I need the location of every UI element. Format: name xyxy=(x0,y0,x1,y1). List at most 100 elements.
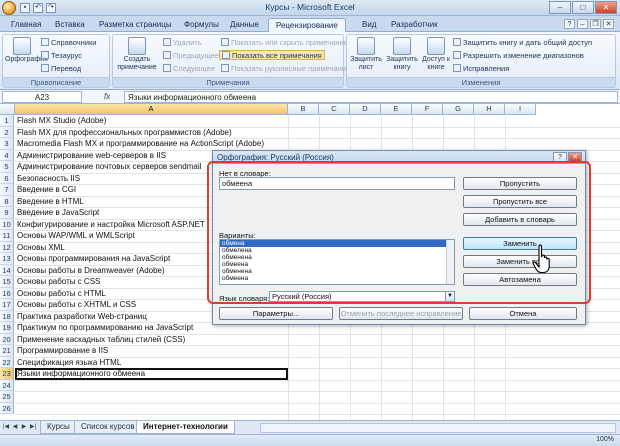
column-header[interactable]: I xyxy=(505,104,536,115)
help-icon[interactable]: ? xyxy=(564,19,575,29)
options-button[interactable]: Параметры... xyxy=(219,307,333,320)
cell-a[interactable]: Программирование в IIS xyxy=(15,345,108,357)
allow-edit-ranges-button[interactable]: Разрешить изменение диапазонов xyxy=(453,51,584,61)
suggestion-item[interactable]: обмелена xyxy=(220,247,454,254)
prev-sheet-icon[interactable]: ◀ xyxy=(11,423,19,432)
row-header[interactable]: 4 xyxy=(0,149,14,161)
autocorrect-button[interactable]: Автозамена xyxy=(463,273,577,286)
column-header[interactable]: H xyxy=(474,104,505,115)
cell-a[interactable]: Спецификация языка HTML xyxy=(15,357,121,369)
tab-view[interactable]: Вид xyxy=(355,18,383,32)
cell-a[interactable]: Основы работы с CSS xyxy=(15,276,100,288)
select-all-corner[interactable] xyxy=(0,104,15,115)
cell-a[interactable]: Macromedia Flash MX и программирование н… xyxy=(15,138,264,150)
row-header[interactable]: 24 xyxy=(0,379,14,391)
cell-a[interactable]: Введение в CGI xyxy=(15,184,76,196)
suggestions-scrollbar[interactable] xyxy=(446,240,454,284)
cell-a[interactable]: Введение в HTML xyxy=(15,196,84,208)
row-header[interactable]: 9 xyxy=(0,207,14,219)
show-ink-button[interactable]: Показать рукописные примечания xyxy=(221,64,350,74)
row-header[interactable]: 19 xyxy=(0,322,14,334)
tab-page-layout[interactable]: Разметка страницы xyxy=(92,18,179,32)
cancel-button[interactable]: Отмена xyxy=(469,307,577,320)
row-header[interactable]: 10 xyxy=(0,218,14,230)
show-hide-comment-button[interactable]: Показать или скрыть примечание xyxy=(221,38,348,48)
protect-and-share-button[interactable]: Защитить книгу и дать общий доступ xyxy=(453,38,592,48)
column-header[interactable]: A xyxy=(15,104,288,115)
cell-a[interactable]: Flash MX Studio (Adobe) xyxy=(15,115,106,127)
delete-comment-button[interactable]: Удалить xyxy=(163,38,202,48)
research-button[interactable]: Справочники xyxy=(41,38,96,48)
add-to-dictionary-button[interactable]: Добавить в словарь xyxy=(463,213,577,226)
sheet-tab-internet[interactable]: Интернет-технологии xyxy=(136,421,235,434)
horizontal-scrollbar[interactable] xyxy=(260,423,616,433)
column-header[interactable]: B xyxy=(288,104,319,115)
fx-icon[interactable]: fx xyxy=(104,91,124,103)
row-header[interactable]: 1 xyxy=(0,115,14,127)
track-changes-button[interactable]: Исправления xyxy=(453,64,509,74)
row-header[interactable]: 26 xyxy=(0,402,14,414)
cell-a[interactable]: Администрирование почтовых серверов send… xyxy=(15,161,201,173)
doc-restore-button[interactable]: ❐ xyxy=(590,19,601,29)
next-comment-button[interactable]: Следующее xyxy=(163,64,215,74)
thesaurus-button[interactable]: Тезаурус xyxy=(41,51,82,61)
row-header[interactable]: 16 xyxy=(0,287,14,299)
column-header[interactable]: E xyxy=(381,104,412,115)
sheet-tab-courses[interactable]: Курсы xyxy=(40,421,77,434)
cell-a[interactable]: Практика разработки Web-страниц xyxy=(15,311,147,323)
suggestion-item[interactable]: обмена xyxy=(220,240,454,247)
row-header[interactable]: 11 xyxy=(0,230,14,242)
column-header[interactable]: D xyxy=(350,104,381,115)
dict-lang-select[interactable]: Русский (Россия) ▼ xyxy=(269,291,455,302)
last-sheet-icon[interactable]: ▶| xyxy=(29,423,37,432)
doc-minimize-button[interactable]: – xyxy=(577,19,588,29)
cell-a[interactable] xyxy=(15,403,17,415)
cell-a[interactable]: Flash MX для профессиональных программис… xyxy=(15,127,232,139)
tab-insert[interactable]: Вставка xyxy=(48,18,92,32)
row-header[interactable]: 2 xyxy=(0,126,14,138)
row-header[interactable]: 23 xyxy=(0,368,14,380)
row-header[interactable]: 3 xyxy=(0,138,14,150)
show-all-comments-button[interactable]: Показать все примечания xyxy=(219,50,325,60)
minimize-button[interactable]: – xyxy=(549,1,571,14)
row-header[interactable]: 18 xyxy=(0,310,14,322)
maximize-button[interactable]: □ xyxy=(572,1,594,14)
tab-developer[interactable]: Разработчик xyxy=(384,18,445,32)
tab-data[interactable]: Данные xyxy=(223,18,266,32)
cell-a[interactable] xyxy=(15,391,17,403)
tab-home[interactable]: Главная xyxy=(4,18,48,32)
suggestion-item[interactable]: обменена xyxy=(220,254,454,261)
cell-a[interactable]: Основы работы с HTML xyxy=(15,288,106,300)
first-sheet-icon[interactable]: |◀ xyxy=(2,423,10,432)
cell-a[interactable]: Администрирование web-серверов в IIS xyxy=(15,150,166,162)
cell-a[interactable]: Основы XML xyxy=(15,242,65,254)
cell-a[interactable]: Практикум по программированию на JavaScr… xyxy=(15,322,193,334)
name-box[interactable]: A23 xyxy=(2,91,82,103)
row-header[interactable]: 8 xyxy=(0,195,14,207)
suggestion-item[interactable]: обмеена xyxy=(220,261,454,268)
undo-last-button[interactable]: Отменить последнее исправление xyxy=(339,307,463,320)
formula-input[interactable]: Языки информационного обмеена xyxy=(124,91,618,103)
row-header[interactable]: 20 xyxy=(0,333,14,345)
suggestions-list[interactable]: обмена обмелена обменена обмеена обменен… xyxy=(219,239,455,285)
row-header[interactable]: 17 xyxy=(0,299,14,311)
cell-a[interactable]: Применение каскадных таблиц стилей (CSS) xyxy=(15,334,185,346)
row-header[interactable]: 13 xyxy=(0,253,14,265)
row-header[interactable]: 6 xyxy=(0,172,14,184)
row-header[interactable]: 25 xyxy=(0,391,14,403)
not-in-dict-field[interactable]: обмеена xyxy=(219,177,455,190)
cell-a[interactable]: Основы работы в Dreamweaver (Adobe) xyxy=(15,265,165,277)
close-button[interactable]: ✕ xyxy=(595,1,617,14)
ignore-once-button[interactable]: Пропустить xyxy=(463,177,577,190)
change-all-button[interactable]: Заменить все xyxy=(463,255,577,268)
next-sheet-icon[interactable]: ▶ xyxy=(20,423,28,432)
change-button[interactable]: Заменить xyxy=(463,237,577,250)
cell-a[interactable]: Основы работы с XHTML и CSS xyxy=(15,299,136,311)
suggestion-item[interactable]: обмеена xyxy=(220,275,454,282)
row-header[interactable]: 12 xyxy=(0,241,14,253)
row-header[interactable]: 15 xyxy=(0,276,14,288)
column-header[interactable]: G xyxy=(443,104,474,115)
chevron-down-icon[interactable]: ▼ xyxy=(445,292,454,301)
column-header[interactable]: F xyxy=(412,104,443,115)
translate-button[interactable]: Перевод xyxy=(41,64,81,74)
